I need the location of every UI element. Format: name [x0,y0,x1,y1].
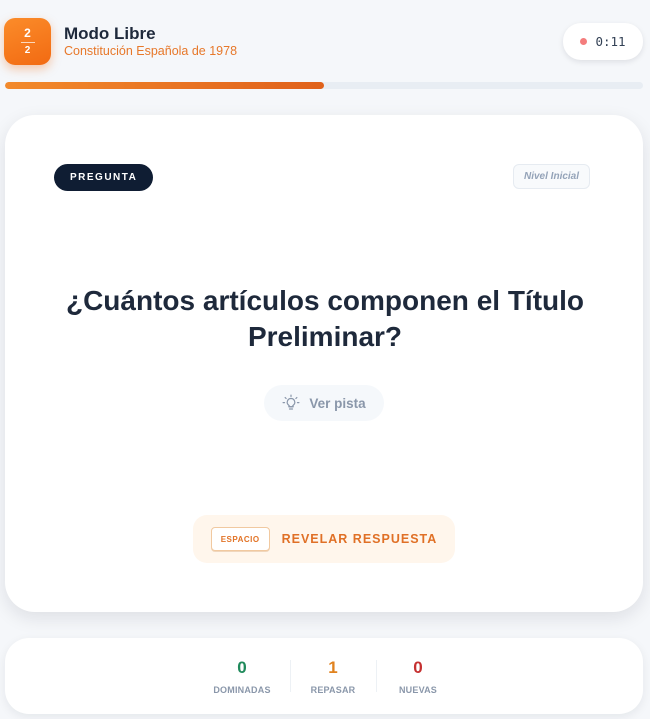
hint-label: Ver pista [309,395,366,411]
progress-fill [5,82,324,89]
counter-total: 2 [24,45,31,56]
question-card: PREGUNTA Nivel Inicial ¿Cuántos artículo… [5,115,643,612]
stat-mastered-label: DOMINADAS [213,685,271,695]
timer: 0:11 [563,23,643,60]
mode-title: Modo Libre [64,24,156,43]
stat-divider [376,660,377,692]
stat-mastered: 0 DOMINADAS [212,658,272,695]
reveal-answer-button[interactable]: ESPACIO REVELAR RESPUESTA [193,515,455,563]
stat-new-label: NUEVAS [398,685,438,695]
stat-review-label: REPASAR [310,685,356,695]
stat-review: 1 REPASAR [303,658,363,695]
counter-divider [20,42,35,43]
recording-dot-icon [580,38,588,45]
stat-new-value: 0 [413,658,423,677]
lightbulb-icon [282,394,300,410]
stat-divider [290,660,291,692]
topic-subtitle: Constitución Española de 1978 [64,44,238,58]
question-counter-badge: 2 2 [4,18,51,65]
keyboard-shortcut-key: ESPACIO [210,527,270,551]
reveal-answer-label: REVELAR RESPUESTA [281,532,438,546]
level-badge: Nivel Inicial [513,164,591,189]
show-hint-button[interactable]: Ver pista [264,385,384,421]
stats-bar: 0 DOMINADAS 1 REPASAR 0 NUEVAS [5,638,643,714]
progress-bar [5,82,643,89]
stat-new: 0 NUEVAS [388,658,448,695]
stat-review-value: 1 [328,658,338,677]
question-tag: PREGUNTA [54,164,154,191]
counter-current: 2 [24,26,31,40]
stat-mastered-value: 0 [237,658,247,677]
timer-value: 0:11 [595,34,626,49]
question-text: ¿Cuántos artículos componen el Título Pr… [65,285,585,352]
